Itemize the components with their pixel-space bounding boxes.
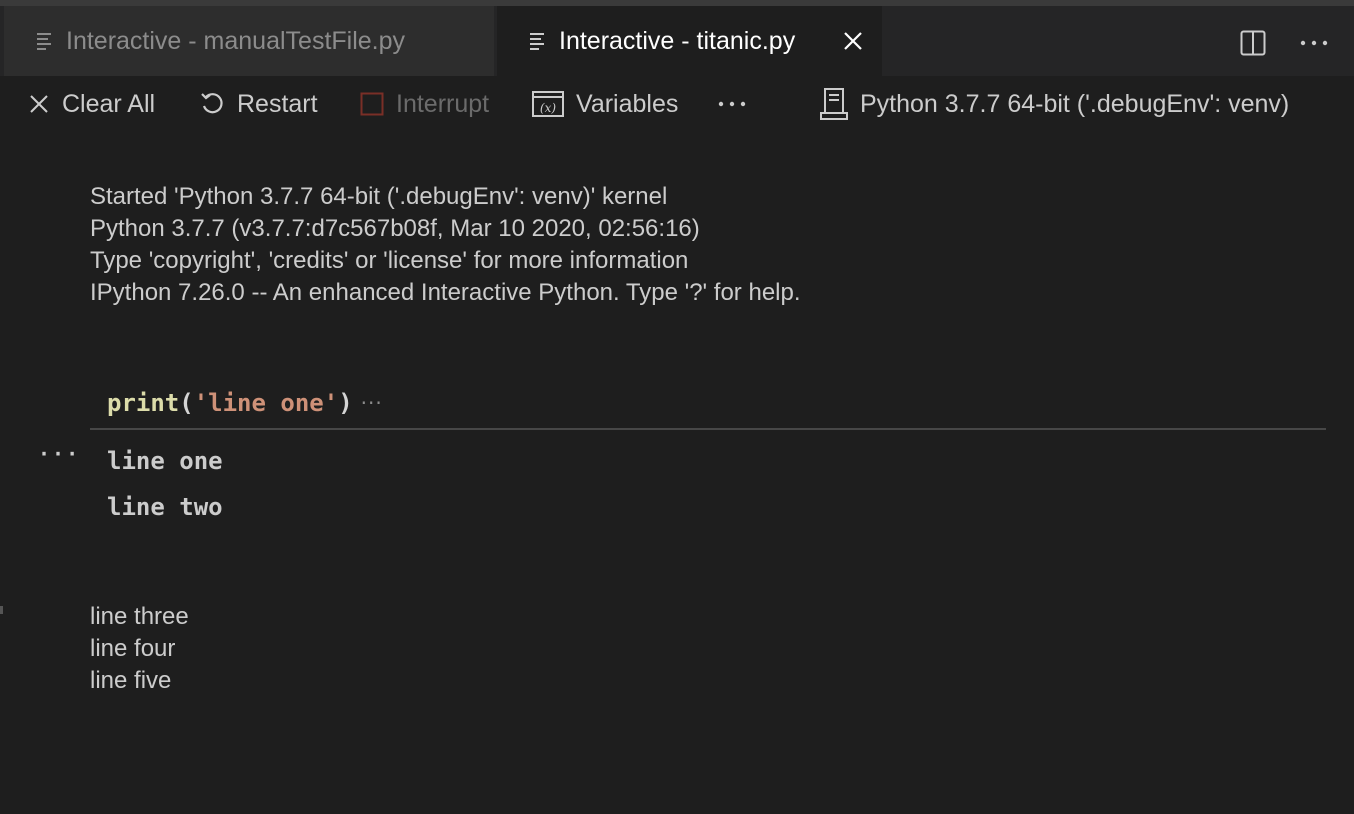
code-cell[interactable]: print('line one') ··· ··· line one line … (38, 378, 1326, 530)
tab-bar: Interactive - manualTestFile.py Interact… (0, 0, 1354, 76)
code-paren-close: ) (338, 389, 353, 417)
text-lines-icon (37, 33, 51, 50)
split-editor-icon[interactable] (1240, 30, 1266, 56)
code-function: print (107, 389, 180, 417)
cell-input[interactable]: print('line one') ··· (90, 378, 1326, 430)
restart-label: Restart (237, 89, 318, 118)
kernel-picker[interactable]: Python 3.7.7 64-bit ('.debugEnv': venv) (820, 86, 1289, 122)
text-lines-icon (530, 33, 544, 50)
interactive-content: Started 'Python 3.7.7 64-bit ('.debugEnv… (0, 132, 1354, 814)
trailing-output-line: line four (90, 635, 176, 662)
more-actions-icon[interactable] (1300, 39, 1328, 47)
more-actions-icon (718, 101, 746, 107)
interrupt-button[interactable]: Interrupt (360, 86, 489, 122)
stop-icon (360, 92, 384, 116)
clear-all-button[interactable]: Clear All (28, 86, 155, 122)
kernel-label: Python 3.7.7 64-bit ('.debugEnv': venv) (860, 89, 1290, 118)
code-paren-open: ( (179, 389, 194, 417)
sash-edge (0, 606, 3, 614)
output-line: line one (107, 447, 223, 475)
output-line: line two (107, 493, 223, 521)
code-string: 'line one' (193, 389, 339, 417)
interrupt-label: Interrupt (396, 89, 490, 118)
clear-all-label: Clear All (62, 89, 156, 118)
collapsed-code-indicator[interactable]: ··· (361, 391, 383, 415)
trailing-output-line: line three (90, 603, 189, 630)
kernel-info-line: IPython 7.26.0 -- An enhanced Interactiv… (90, 279, 801, 306)
restart-button[interactable]: Restart (199, 86, 318, 122)
trailing-output-line: line five (90, 667, 172, 694)
kernel-info: Started 'Python 3.7.7 64-bit ('.debugEnv… (90, 181, 801, 309)
output-more-button[interactable]: ··· (38, 442, 80, 466)
toolbar-more-button[interactable] (718, 86, 758, 122)
cell-output: ··· line one line two (38, 430, 1326, 530)
variables-button[interactable]: (x) Variables (532, 86, 678, 122)
tab-label: Interactive - titanic.py (559, 26, 796, 55)
svg-text:(x): (x) (540, 101, 556, 115)
tab-titanic[interactable]: Interactive - titanic.py (497, 6, 882, 76)
restart-icon (201, 93, 223, 114)
tab-label: Interactive - manualTestFile.py (66, 26, 406, 55)
tab-manual-test-file[interactable]: Interactive - manualTestFile.py (4, 6, 494, 76)
variables-label: Variables (576, 89, 679, 118)
trailing-output: line three line four line five (90, 601, 189, 697)
interactive-toolbar: Clear All Restart Interrupt (x) Variable… (0, 76, 1354, 132)
interactive-window: Interactive - manualTestFile.py Interact… (0, 0, 1354, 814)
kernel-info-line: Type 'copyright', 'credits' or 'license'… (90, 247, 689, 274)
variables-icon: (x) (532, 91, 564, 117)
server-icon (820, 88, 848, 120)
kernel-info-line: Started 'Python 3.7.7 64-bit ('.debugEnv… (90, 183, 668, 210)
kernel-info-line: Python 3.7.7 (v3.7.7:d7c567b08f, Mar 10 … (90, 215, 700, 242)
close-icon (30, 95, 48, 113)
editor-actions (1240, 30, 1328, 56)
close-icon[interactable] (840, 28, 866, 54)
